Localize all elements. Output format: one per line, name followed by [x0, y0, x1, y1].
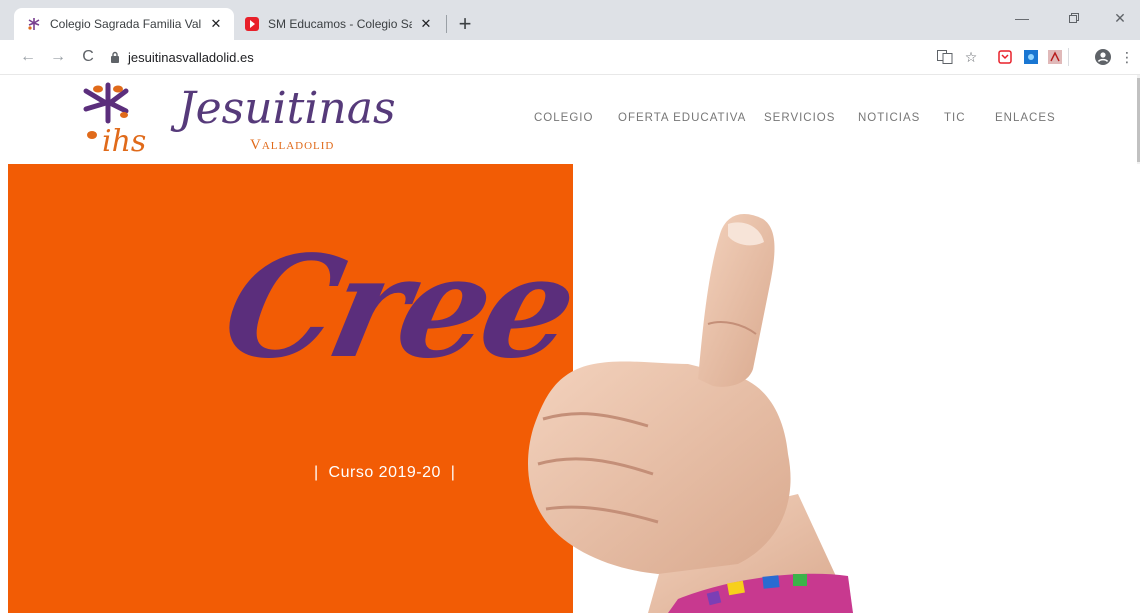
restore-icon[interactable]: [1054, 6, 1094, 30]
tab-colegio[interactable]: Colegio Sagrada Familia Valladolid ✕: [14, 8, 234, 40]
bookmark-star-icon[interactable]: ☆: [962, 48, 980, 66]
menu-item-colegio[interactable]: COLEGIO: [534, 112, 593, 124]
extension-icon[interactable]: [1022, 48, 1040, 66]
pdf-icon[interactable]: [1046, 48, 1064, 66]
tab-title: SM Educamos - Colegio Sagrada: [268, 17, 412, 31]
menu-dots-icon[interactable]: ⋮: [1118, 48, 1136, 66]
forward-icon[interactable]: →: [46, 45, 70, 69]
ihs-logo-icon: ihs: [83, 82, 146, 159]
address-bar[interactable]: jesuitinasvalladolid.es: [106, 44, 1106, 70]
new-tab-icon[interactable]: +: [452, 11, 478, 37]
tab-divider: [446, 15, 447, 33]
browser-toolbar: ← → C jesuitinasvalladolid.es ☆ ⋮: [0, 40, 1140, 75]
menu-item-servicios[interactable]: SERVICIOS: [764, 112, 835, 124]
translate-icon[interactable]: [936, 48, 954, 66]
ihs-monogram: ihs: [102, 124, 146, 159]
profile-icon[interactable]: [1094, 48, 1112, 66]
back-icon[interactable]: ←: [16, 45, 40, 69]
menu-item-tic[interactable]: TIC: [944, 112, 966, 124]
tab-sm-educamos[interactable]: SM Educamos - Colegio Sagrada ✕: [232, 8, 444, 40]
menu-item-oferta-educativa[interactable]: OFERTA EDUCATIVA: [618, 112, 746, 124]
site-logo[interactable]: ihs Jesuitinas Valladolid: [80, 81, 396, 161]
menu-item-noticias[interactable]: NOTICIAS: [858, 112, 920, 124]
minimize-icon[interactable]: —: [1002, 6, 1042, 30]
hero-banner: Cree | Curso 2019-20 |: [8, 164, 1140, 613]
close-icon[interactable]: ✕: [208, 16, 224, 32]
logo-subtitle: Valladolid: [250, 137, 335, 153]
pocket-icon[interactable]: [996, 48, 1014, 66]
menu-item-enlaces[interactable]: ENLACES: [995, 112, 1056, 124]
sm-educamos-icon: [244, 16, 260, 32]
tab-title: Colegio Sagrada Familia Valladolid: [50, 17, 202, 31]
lock-icon: [110, 51, 120, 63]
close-window-icon[interactable]: ✕: [1100, 6, 1140, 30]
thumbs-up-hand-image: [528, 214, 853, 613]
close-icon[interactable]: ✕: [418, 16, 434, 32]
browser-tabstrip: Colegio Sagrada Familia Valladolid ✕ SM …: [0, 0, 1140, 40]
site-header: ihs Jesuitinas Valladolid COLEGIO OFERTA…: [0, 75, 1140, 164]
reload-icon[interactable]: C: [76, 45, 100, 69]
toolbar-divider: [1068, 48, 1069, 66]
logo-wordmark: Jesuitinas: [178, 83, 396, 134]
address-text: jesuitinasvalladolid.es: [128, 49, 254, 65]
ihs-logo-icon: [26, 16, 42, 32]
